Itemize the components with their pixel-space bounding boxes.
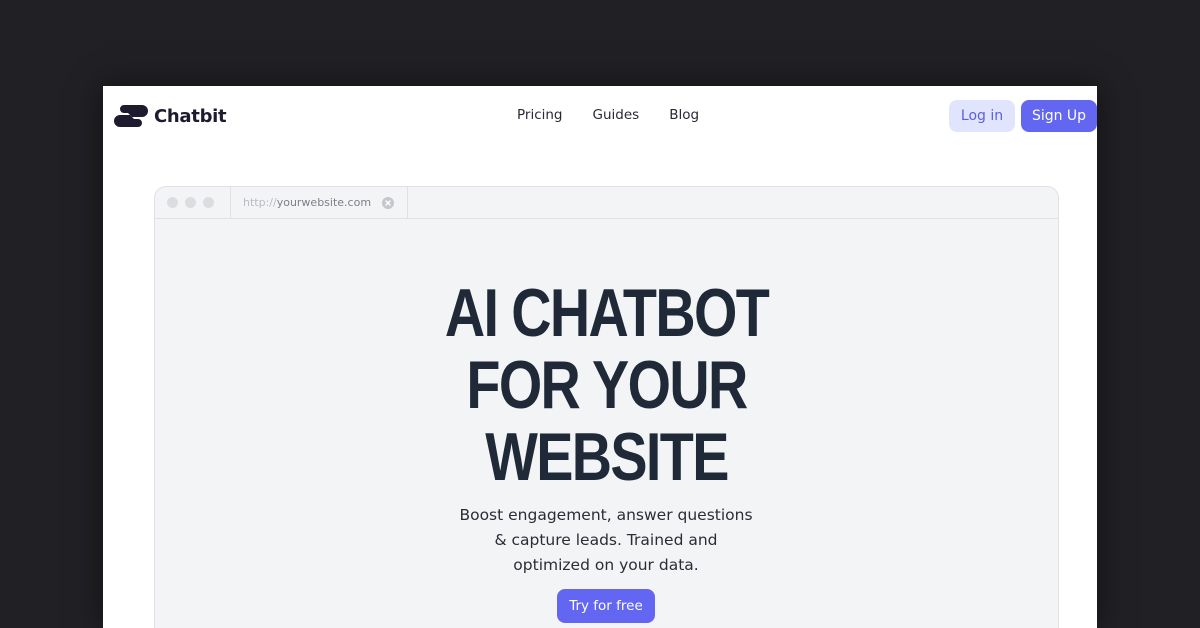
top-navigation: Chatbit Pricing Guides Blog Log in Sign … [103, 86, 1097, 146]
browser-mockup: http://yourwebsite.com AI CHATBOT FOR YO… [154, 186, 1059, 628]
hero-title-line: FOR YOUR [466, 347, 748, 423]
url-protocol: http:// [243, 196, 277, 209]
nav-link-blog[interactable]: Blog [669, 107, 699, 123]
nav-link-guides[interactable]: Guides [593, 107, 640, 123]
hero-title: AI CHATBOT FOR YOUR WEBSITE [155, 277, 1058, 493]
brand-logo[interactable]: Chatbit [114, 104, 227, 128]
url-domain: yourwebsite.com [276, 196, 372, 209]
hero-title-line: WEBSITE [485, 419, 729, 495]
window-dot-icon [203, 197, 214, 208]
hero-title-line: AI CHATBOT [444, 275, 770, 351]
landing-page: Chatbit Pricing Guides Blog Log in Sign … [103, 86, 1097, 628]
try-for-free-button[interactable]: Try for free [557, 589, 655, 623]
chatbit-logo-icon [114, 105, 148, 127]
url-tab: http://yourwebsite.com [230, 187, 408, 218]
hero-subtitle: Boost engagement, answer questions & cap… [459, 506, 753, 574]
browser-toolbar: http://yourwebsite.com [155, 187, 1058, 219]
signup-button[interactable]: Sign Up [1021, 100, 1097, 132]
url-text: http://yourwebsite.com [243, 196, 371, 209]
login-button[interactable]: Log in [949, 100, 1015, 132]
nav-links: Pricing Guides Blog [517, 107, 729, 123]
window-dot-icon [167, 197, 178, 208]
window-dot-icon [185, 197, 196, 208]
brand-name: Chatbit [154, 105, 227, 127]
close-icon [382, 197, 394, 209]
nav-link-pricing[interactable]: Pricing [517, 107, 563, 123]
